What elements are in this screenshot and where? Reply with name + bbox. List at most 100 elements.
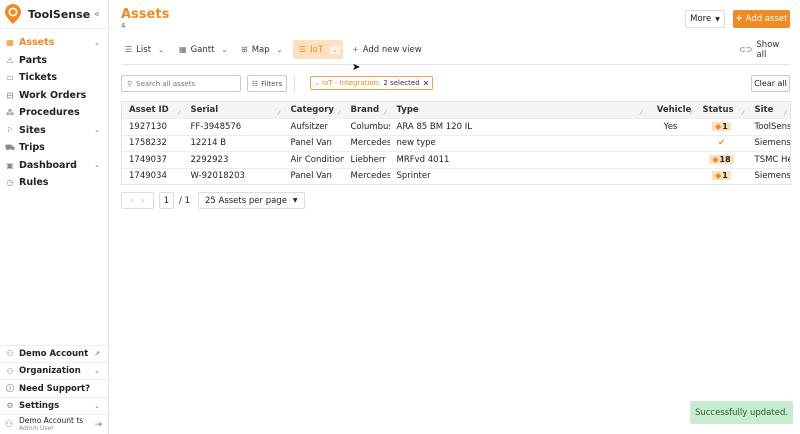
success-toast: Successfully updated. [690, 401, 793, 424]
chevron-down-icon[interactable]: ⌄ [221, 46, 227, 54]
per-page-select[interactable]: 25 Assets per page ▼ [197, 192, 305, 209]
ticket-icon: ▭ [6, 73, 14, 83]
column-header[interactable]: Vehicle [645, 101, 696, 119]
sidebar-item-label: Organization [19, 366, 81, 377]
chevron-down-icon[interactable]: ⌄ [330, 45, 340, 54]
chevron-down-icon: ⌄ [94, 367, 100, 376]
tab-label: Gantt [190, 44, 215, 55]
status-count: 1 [722, 121, 728, 131]
external-link-icon: ↗ [94, 349, 100, 358]
sidebar-item-demo-account[interactable]: ⚇ Demo Account ↗ [0, 344, 108, 362]
cell-status: ✔ [695, 134, 748, 152]
chevron-left-icon[interactable]: ‹ [131, 196, 134, 206]
sidebar-item-label: Parts [19, 54, 47, 66]
cell-id: 1749034 [121, 167, 184, 185]
cell-category: Aufsitzer [283, 118, 344, 135]
logout-icon[interactable]: ⇥ [94, 420, 102, 430]
add-asset-button[interactable]: + Add asset [733, 10, 790, 28]
table-row[interactable]: 1758232 12214 B Panel Van Mercedes new type ✔… [121, 134, 791, 152]
column-header[interactable]: Type [389, 101, 646, 119]
table-row[interactable]: 1749034 W-92018203 Panel Van Mercedes Sprint… [121, 167, 791, 185]
truck-icon: ⛟ [5, 142, 16, 152]
user-name: Demo Account ts [19, 416, 84, 425]
account-icon: ⚇ [6, 349, 14, 359]
filters-label: Filters [261, 79, 283, 88]
show-all-button[interactable]: ⊂⊃ Show all [739, 39, 791, 60]
chevron-down-icon: ⌄ [314, 79, 320, 87]
clear-all-button[interactable]: Clear all [751, 75, 790, 92]
user-profile[interactable]: ⚇ Demo Account ts Admin User ⇥ [0, 414, 108, 434]
chevron-down-icon[interactable]: ⌄ [158, 46, 164, 54]
status-count: 1 [722, 171, 728, 181]
chevron-down-icon: ⌄ [94, 401, 100, 410]
chip-value: 2 selected [383, 79, 420, 87]
sidebar-item-label: Rules [19, 177, 49, 189]
procedures-icon: ⁂ [5, 108, 15, 118]
page-input[interactable]: 1 [159, 192, 174, 209]
collapse-sidebar-icon[interactable]: « [94, 9, 100, 20]
sidebar-item-label: Trips [19, 142, 45, 154]
column-header[interactable]: Status [695, 101, 748, 119]
user-icon: ⚇ [5, 419, 14, 430]
more-label: More [690, 14, 712, 24]
iot-filter-chip[interactable]: ⌄ IoT - Integration: 2 selected ✕ [310, 76, 434, 90]
cell-category: Panel Van [283, 167, 344, 185]
tab-map[interactable]: ⊞ Map ⌄ [241, 40, 283, 59]
sidebar-item-settings[interactable]: ⚙ Settings ⌄ [0, 396, 108, 414]
gear-icon: ⚙ [6, 401, 14, 411]
cell-category: Air Conditione [283, 151, 344, 168]
sidebar-item-procedures[interactable]: ⁂ Procedures [0, 104, 108, 122]
cell-status: ◆1 [695, 118, 748, 135]
sidebar-item-parts[interactable]: ⚠ Parts [0, 52, 108, 70]
search-input[interactable] [136, 79, 232, 88]
chevron-down-icon[interactable]: ⌄ [277, 46, 283, 54]
chevron-down-icon: ⌄ [94, 161, 100, 170]
tab-gantt[interactable]: ▦ Gantt ⌄ [179, 40, 227, 59]
sidebar-item-sites[interactable]: ⚐ Sites ⌄ [0, 122, 108, 140]
sidebar-item-dashboard[interactable]: ▣ Dashboard ⌄ [0, 157, 108, 175]
cell-serial: 12214 B [183, 134, 284, 152]
status-count: 18 [719, 154, 731, 164]
sidebar-item-assets[interactable]: ▦ Assets ⌄ [0, 34, 108, 52]
sidebar-item-tickets[interactable]: ▭ Tickets [0, 69, 108, 87]
more-button[interactable]: More ▼ [685, 10, 725, 28]
show-all-label: Show all [756, 39, 780, 60]
tab-iot[interactable]: ☰ IoT ⌄ [293, 40, 343, 59]
sidebar-item-trips[interactable]: ⛟ Trips [0, 139, 108, 157]
cell-id: 1749037 [121, 151, 184, 168]
sidebar-item-work-orders[interactable]: ⊟ Work Orders [0, 87, 108, 105]
filters-button[interactable]: ☷ Filters [247, 75, 287, 92]
chevron-right-icon[interactable]: › [141, 196, 144, 206]
filter-icon: ☷ [251, 79, 259, 88]
table-row[interactable]: 17490372292923Air ConditioneLiebherrMRFv… [121, 151, 791, 168]
eye-icon: ⊂⊃ [739, 45, 753, 54]
column-header[interactable]: Serial [183, 101, 284, 119]
cell-brand: Mercedes [343, 167, 390, 185]
column-header[interactable]: Site [747, 101, 791, 119]
sidebar-item-organization[interactable]: ⚇ Organization ⌄ [0, 362, 108, 379]
column-header[interactable]: Category [283, 101, 344, 119]
page-total: / 1 [179, 195, 190, 206]
column-header[interactable]: Brand [343, 101, 390, 119]
sidebar-item-rules[interactable]: ◷ Rules [0, 174, 108, 192]
tab-list[interactable]: ☰ List ⌄ [125, 40, 164, 59]
tag-icon: ◆ [715, 121, 722, 131]
cell-status: ◆18 [695, 151, 748, 168]
column-header[interactable]: Asset ID [121, 101, 184, 119]
tag-icon: ◆ [715, 171, 722, 181]
view-tabs: ☰ List ⌄ ▦ Gantt ⌄ ⊞ Map ⌄ ☰ IoT ⌄ + Add new view… [121, 39, 791, 65]
assets-table: Asset IDSerialCategoryBrandTypeVehicleSt… [121, 101, 791, 185]
chevron-down-icon: ⌄ [94, 126, 100, 135]
cell-site: ToolSense [747, 118, 791, 135]
page-title: Assets [121, 7, 170, 22]
table-row[interactable]: 1927130 FF-3948576 Aufsitzer Columbus ARA 85… [121, 118, 791, 135]
calendar-icon: ▦ [179, 45, 187, 54]
search-box[interactable]: ⚲ [121, 75, 241, 92]
close-icon[interactable]: ✕ [423, 79, 430, 88]
add-new-view-button[interactable]: + Add new view [352, 40, 422, 59]
sidebar-item-need-support[interactable]: ⓘ Need Support? [0, 379, 108, 396]
cell-vehicle [645, 134, 696, 152]
sidebar-item-label: Procedures [19, 107, 80, 119]
tab-label: Map [251, 44, 270, 55]
page-nav: ‹ › [121, 192, 154, 209]
